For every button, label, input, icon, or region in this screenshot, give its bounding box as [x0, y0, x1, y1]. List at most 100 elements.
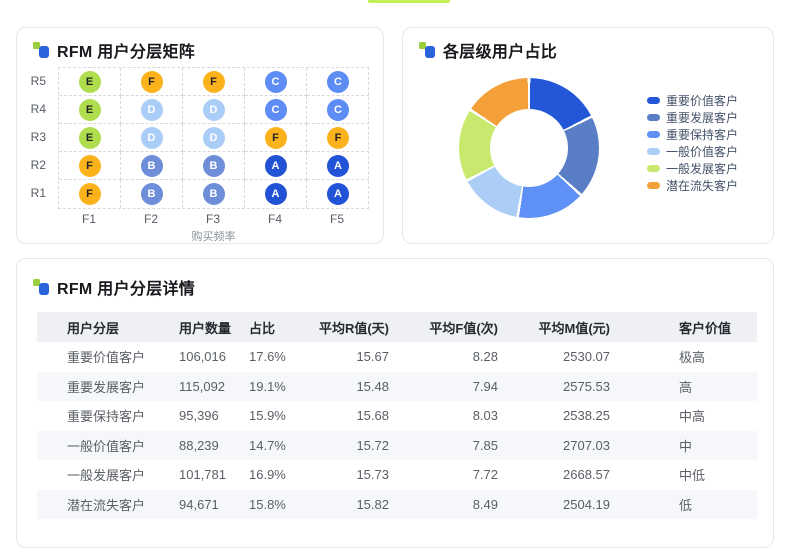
table-cell: 重要保持客户 [67, 409, 146, 425]
table-cell: 88,239 [179, 437, 219, 453]
tier-badge: A [327, 183, 349, 205]
table-column-header: 平均M值(元) [498, 312, 610, 342]
tier-badge: C [264, 70, 287, 93]
matrix-cell: E [59, 96, 121, 124]
matrix-col-labels: F1 F2 F3 F4 F5 [58, 209, 369, 226]
table-cell: 2668.57 [563, 467, 610, 483]
table-cell: 15.68 [356, 408, 389, 424]
matrix-cell: C [307, 68, 369, 96]
tier-badge: E [78, 98, 101, 121]
matrix-row-label: R1 [30, 186, 46, 200]
table-cell: 15.9% [249, 408, 286, 424]
tier-badge: C [264, 98, 287, 121]
table-cell: 15.48 [356, 378, 389, 394]
matrix-cell: D [121, 96, 183, 124]
donut-legend: 重要价值客户 重要发展客户重要保持客户一般价值客户一般发展客户 潜在流失客户 [647, 94, 739, 193]
donut-hole [490, 109, 568, 187]
table-cell: 高 [679, 379, 693, 395]
table-cell: 一般价值客户 [67, 438, 146, 454]
table-cell: 潜在流失客户 [67, 497, 146, 513]
matrix-cell: C [245, 96, 307, 124]
tier-badge: B [202, 154, 225, 177]
card-title-icon [33, 278, 49, 296]
matrix-row-label: R5 [30, 74, 46, 88]
matrix-cell: C [245, 68, 307, 96]
matrix-cell: B [183, 152, 245, 180]
tier-badge: B [140, 183, 163, 205]
tier-badge: A [264, 183, 287, 205]
legend-marker-icon [647, 147, 660, 155]
table-cell: 106,016 [179, 349, 226, 365]
tier-badge: D [140, 98, 163, 121]
legend-marker-icon [647, 130, 660, 138]
matrix-x-axis-title: 购买频率 [191, 231, 236, 243]
table-cell: 7.94 [472, 378, 498, 394]
tier-badge: F [264, 126, 287, 149]
table-card-title: RFM 用户分层详情 [57, 281, 196, 298]
table-cell: 15.82 [356, 496, 389, 512]
tier-badge: F [78, 183, 101, 205]
table-cell: 15.73 [356, 467, 389, 483]
legend-item[interactable]: 一般价值客户 [647, 145, 738, 159]
matrix-col-label: F5 [329, 212, 344, 226]
matrix-cell: A [245, 180, 307, 208]
legend-item[interactable]: 潜在流失客户 [647, 178, 739, 193]
matrix-cell: A [307, 180, 369, 208]
table-cell: 低 [679, 497, 693, 513]
table-cell: 19.1% [249, 378, 286, 394]
table-cell: 7.85 [472, 437, 498, 453]
table-cell: 15.67 [356, 349, 389, 365]
table-cell: 115,092 [179, 378, 226, 394]
table-cell: 7.72 [472, 467, 498, 483]
tier-badge: F [202, 70, 225, 93]
table-row: 一般价值客户 88,239 14.7% 15.72 7.85 2707.03 中 [37, 430, 757, 460]
legend-label: 一般发展客户 [666, 161, 739, 176]
table-cell: 极高 [679, 350, 706, 366]
matrix-cell: F [307, 124, 369, 152]
matrix-cell: D [121, 124, 183, 152]
legend-item[interactable]: 重要保持客户 [647, 127, 739, 142]
matrix-cell: F [59, 180, 121, 208]
matrix-cell: C [307, 96, 369, 124]
matrix-cell: B [121, 180, 183, 208]
tier-badge: C [327, 98, 349, 121]
table-cell: 2530.07 [563, 349, 610, 365]
table-cell: 2504.19 [563, 496, 610, 512]
matrix-row-label: R3 [30, 130, 46, 144]
table-cell: 一般发展客户 [67, 468, 146, 484]
legend-marker-icon [647, 113, 660, 121]
legend-item[interactable]: 重要价值客户 [647, 94, 738, 108]
card-header: RFM 用户分层详情 [17, 259, 773, 299]
table-column-header: 客户价值 [610, 312, 757, 342]
legend-label: 潜在流失客户 [666, 178, 739, 193]
matrix-grid: EFFCCEDDCCEDDFFFBBAAFBBAA [58, 67, 369, 209]
tier-badge: C [327, 70, 349, 93]
matrix-cell: F [59, 152, 121, 180]
matrix-cell: D [183, 124, 245, 152]
table-cell: 14.7% [249, 437, 286, 453]
table-column-header: 占比 [249, 312, 309, 342]
tier-share-card: 各层级用户占比 重要价值客户 重要发展客户 重要保持客户 一般价值客户 一般发展客户 潜在… [402, 27, 774, 244]
table-cell: 8.49 [472, 496, 498, 512]
matrix-row-label: R2 [30, 158, 46, 172]
table-row: 潜在流失客户 94,671 15.8% 15.82 8.49 2504.19 低 [37, 489, 757, 519]
legend-marker-icon [647, 96, 660, 104]
blue-square-icon [425, 46, 435, 58]
blue-square-icon [39, 46, 49, 58]
table-row: 重要价值客户 106,016 17.6% 15.67 8.28 2530.07 极高 [37, 342, 757, 372]
matrix-row-labels: R5 R4 R3 R2 R1 [17, 67, 58, 209]
legend-marker-icon [647, 181, 660, 189]
legend-label: 重要保持客户 [666, 127, 739, 142]
matrix-col-label: F3 [205, 212, 220, 226]
tier-badge: A [327, 154, 349, 177]
card-title-icon [419, 41, 435, 59]
table-cell: 15.8% [249, 496, 286, 512]
legend-item[interactable]: 重要发展客户 [647, 111, 738, 125]
table-cell: 17.6% [249, 349, 286, 365]
table-column-header: 平均F值(次) [389, 312, 498, 342]
table-column-header: 用户分层 [37, 312, 179, 342]
tier-badge: F [140, 70, 163, 93]
table-cell: 2538.25 [563, 408, 610, 424]
table-cell: 重要价值客户 [67, 350, 146, 366]
legend-item[interactable]: 一般发展客户 [647, 161, 739, 176]
